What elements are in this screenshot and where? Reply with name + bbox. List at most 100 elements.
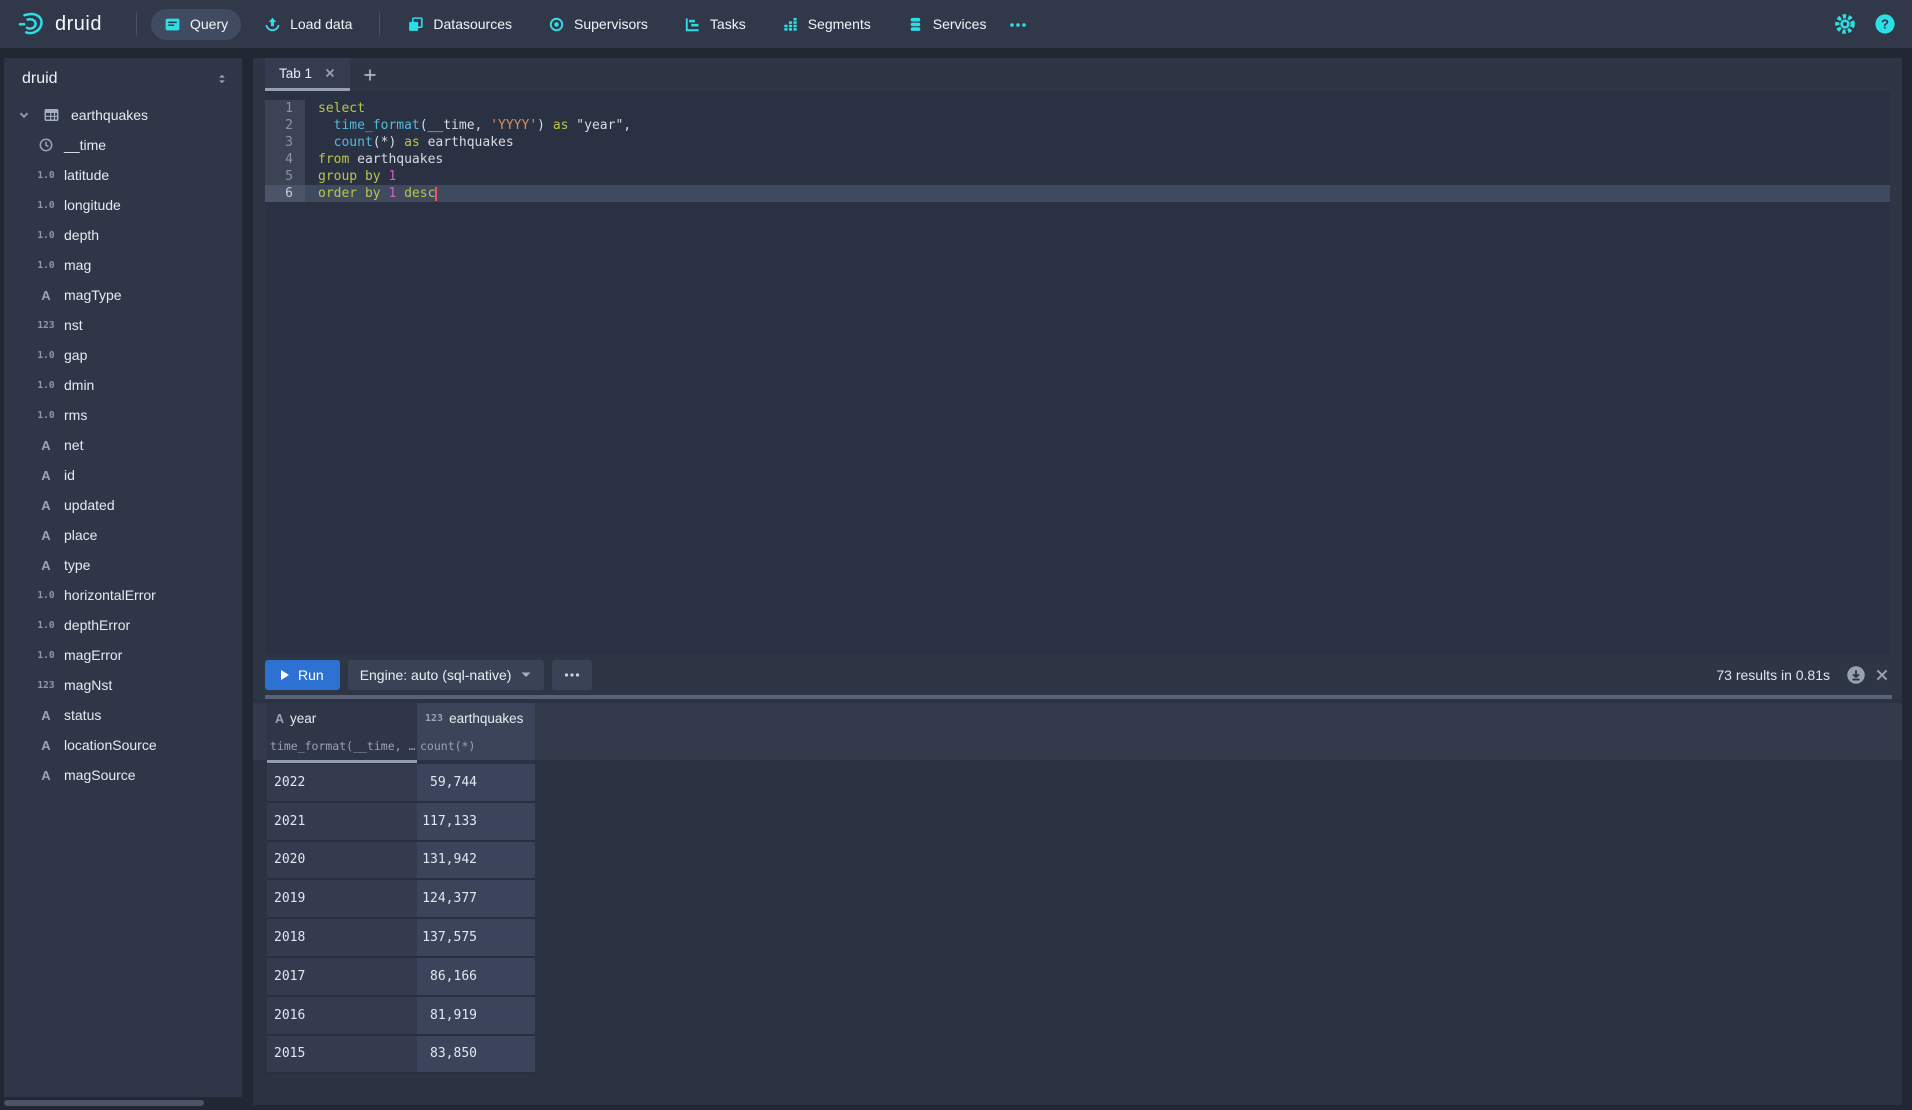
tree-column-updated[interactable]: Aupdated (4, 490, 242, 520)
tree-column-magsource[interactable]: AmagSource (4, 760, 242, 790)
column-header-earthquakes[interactable]: 123earthquakescount(*) (417, 703, 535, 760)
navbar-divider (136, 12, 137, 36)
tree-column-dmin[interactable]: 1.0dmin (4, 370, 242, 400)
cell-earthquakes[interactable]: 124,377 (417, 880, 535, 919)
tree-column-place[interactable]: Aplace (4, 520, 242, 550)
tree-column-status[interactable]: Astatus (4, 700, 242, 730)
nav-item-label: Query (190, 16, 228, 32)
top-navbar: druid Query Load data Datasources Supervis… (0, 0, 1912, 48)
nav-item-services[interactable]: Services (894, 9, 1000, 40)
new-tab-button[interactable] (350, 58, 390, 91)
sql-editor[interactable]: 1select2 time_format(__time, 'YYYY') as … (265, 91, 1890, 655)
cell-year[interactable]: 2018 (267, 919, 417, 958)
run-bar: Run Engine: auto (sql-native) 73 results… (265, 655, 1890, 694)
column-header-year[interactable]: Ayeartime_format(__time, … (267, 703, 417, 760)
line-number: 1 (265, 100, 305, 117)
tree-column-type[interactable]: Atype (4, 550, 242, 580)
tree-column-magtype[interactable]: AmagType (4, 280, 242, 310)
line-number: 3 (265, 134, 305, 151)
line-number: 5 (265, 168, 305, 185)
cell-year[interactable]: 2017 (267, 958, 417, 997)
tree-column-depth[interactable]: 1.0depth (4, 220, 242, 250)
tab-tab1[interactable]: Tab 1 (265, 58, 350, 91)
nav-item-label: Services (933, 16, 987, 32)
tree-column-nst[interactable]: 123nst (4, 310, 242, 340)
tree-column-horizontalerror[interactable]: 1.0horizontalError (4, 580, 242, 610)
code-line-2: 2 time_format(__time, 'YYYY') as "year", (265, 117, 1890, 134)
cell-year[interactable]: 2015 (267, 1036, 417, 1075)
table-row: 201786,166 (267, 958, 535, 997)
cell-year[interactable]: 2021 (267, 803, 417, 842)
engine-select-button[interactable]: Engine: auto (sql-native) (348, 660, 545, 690)
cell-earthquakes[interactable]: 83,850 (417, 1036, 535, 1075)
services-icon (907, 16, 924, 33)
float-type-icon: 1.0 (34, 350, 58, 361)
column-name: depth (64, 227, 99, 243)
download-results-icon[interactable] (1846, 665, 1866, 685)
column-name: rms (64, 407, 87, 423)
query-more-button[interactable] (552, 660, 592, 690)
nav-item-datasources[interactable]: Datasources (394, 9, 525, 40)
nav-item-load-data[interactable]: Load data (251, 9, 365, 40)
column-name: nst (64, 317, 83, 333)
cell-earthquakes[interactable]: 117,133 (417, 803, 535, 842)
tab-close-icon[interactable] (324, 67, 336, 79)
code-line-6: 6order by 1 desc (265, 185, 1890, 202)
tree-column-locationsource[interactable]: AlocationSource (4, 730, 242, 760)
run-button[interactable]: Run (265, 660, 340, 690)
column-expression: time_format(__time, … (270, 739, 415, 753)
tree-column-longitude[interactable]: 1.0longitude (4, 190, 242, 220)
cell-year[interactable]: 2016 (267, 997, 417, 1036)
cell-earthquakes[interactable]: 137,575 (417, 919, 535, 958)
tree-column-gap[interactable]: 1.0gap (4, 340, 242, 370)
table-row: 2021117,133 (267, 803, 535, 842)
sort-columns-button[interactable] (212, 68, 232, 90)
schema-header: druid (22, 68, 232, 90)
tree-column-net[interactable]: Anet (4, 430, 242, 460)
tree-column-magerror[interactable]: 1.0magError (4, 640, 242, 670)
cell-earthquakes[interactable]: 131,942 (417, 842, 535, 881)
tree-table-earthquakes[interactable]: earthquakes (4, 100, 242, 130)
tree-column-magnst[interactable]: 123magNst (4, 670, 242, 700)
druid-logo-icon (16, 10, 46, 38)
nav-item-query[interactable]: Query (151, 9, 241, 40)
nav-item-label: Load data (290, 16, 352, 32)
nav-item-supervisors[interactable]: Supervisors (535, 9, 661, 40)
cell-earthquakes[interactable]: 86,166 (417, 958, 535, 997)
cell-earthquakes[interactable]: 81,919 (417, 997, 535, 1036)
svg-text:?: ? (1881, 17, 1889, 32)
code-text: order by 1 desc (305, 185, 1890, 202)
string-type-icon: A (34, 738, 58, 753)
nav-item-segments[interactable]: Segments (769, 9, 884, 40)
sidebar-horizontal-scrollbar[interactable] (4, 1100, 204, 1106)
help-icon[interactable]: ? (1874, 13, 1896, 35)
tree-column-rms[interactable]: 1.0rms (4, 400, 242, 430)
nav-group-secondary: Datasources Supervisors Tasks Segments Servi… (394, 9, 999, 40)
table-name: earthquakes (71, 107, 148, 123)
tree-column-mag[interactable]: 1.0mag (4, 250, 242, 280)
column-name: magNst (64, 677, 112, 693)
tree-column-id[interactable]: Aid (4, 460, 242, 490)
cell-year[interactable]: 2020 (267, 842, 417, 881)
close-results-icon[interactable] (1874, 667, 1890, 683)
tree-column-latitude[interactable]: 1.0latitude (4, 160, 242, 190)
code-text: group by 1 (305, 168, 1890, 185)
table-icon (39, 107, 63, 123)
table-row: 2019124,377 (267, 880, 535, 919)
sort-indicator (267, 760, 417, 764)
column-name: updated (64, 497, 115, 513)
cell-earthquakes[interactable]: 59,744 (417, 764, 535, 803)
column-name: longitude (64, 197, 121, 213)
settings-gear-icon[interactable] (1834, 13, 1856, 35)
tree-column-deptherror[interactable]: 1.0depthError (4, 610, 242, 640)
more-menu-button[interactable] (999, 9, 1037, 39)
nav-item-tasks[interactable]: Tasks (671, 9, 759, 40)
druid-logo[interactable]: druid (16, 10, 102, 38)
cell-year[interactable]: 2019 (267, 880, 417, 919)
tree-column--time[interactable]: __time (4, 130, 242, 160)
chevron-down-icon[interactable] (17, 108, 31, 122)
cell-year[interactable]: 2022 (267, 764, 417, 803)
float-type-icon: 1.0 (34, 380, 58, 391)
text-cursor (435, 187, 437, 201)
navbar-divider (379, 12, 380, 36)
